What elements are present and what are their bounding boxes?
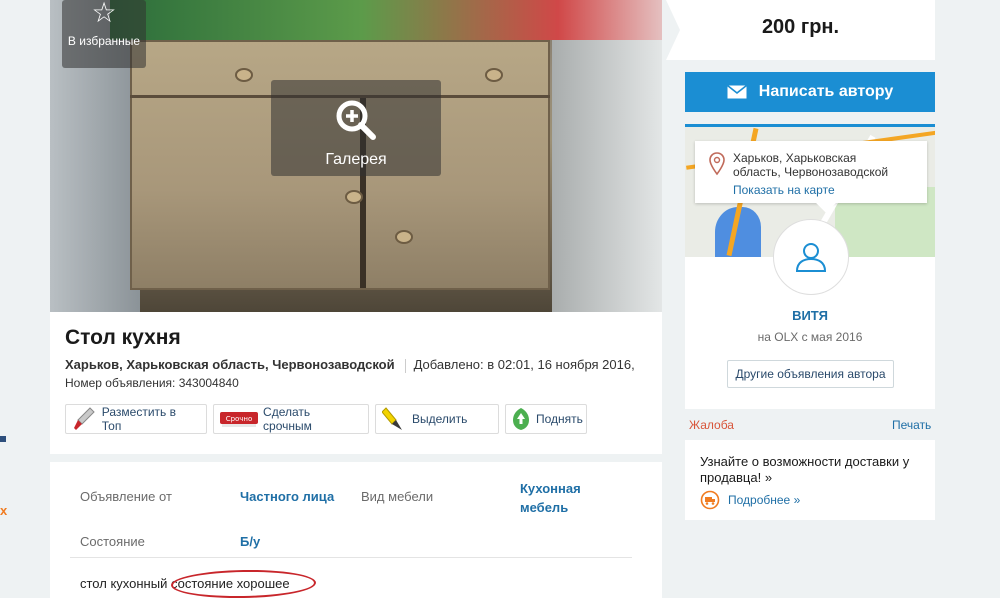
param-from-label: Объявление от bbox=[80, 489, 172, 504]
urgent-badge-icon: Срочно bbox=[218, 407, 259, 431]
other-ads-button[interactable]: Другие объявления автора bbox=[727, 360, 894, 388]
avatar[interactable] bbox=[773, 219, 849, 295]
left-edge-glyph: х bbox=[0, 503, 8, 518]
author-name[interactable]: ВИТЯ bbox=[685, 308, 935, 323]
map-pin-icon bbox=[709, 152, 725, 181]
rocket-icon bbox=[70, 407, 98, 431]
author-card: Харьков, Харьковская область, Червонозав… bbox=[685, 124, 935, 409]
print-link[interactable]: Печать bbox=[892, 418, 931, 432]
params-divider bbox=[70, 557, 632, 558]
promote-top-button[interactable]: Разместить в Топ bbox=[65, 404, 207, 434]
raise-ad-button[interactable]: Поднять bbox=[505, 404, 587, 434]
highlight-button[interactable]: Выделить bbox=[375, 404, 499, 434]
write-to-author-button[interactable]: Написать автору bbox=[685, 72, 935, 112]
param-type-value-line2: мебель bbox=[520, 500, 569, 515]
left-edge-fragment: х bbox=[0, 0, 50, 598]
delivery-box: Узнайте о возможности доставки у продавц… bbox=[685, 440, 935, 520]
param-type-label: Вид мебели bbox=[361, 489, 434, 504]
param-condition-label: Состояние bbox=[80, 534, 145, 549]
listing-photo[interactable]: ☆ В избранные Галерея bbox=[50, 0, 662, 312]
param-type-value[interactable]: Кухонная мебель bbox=[520, 479, 581, 517]
make-urgent-label: Сделать срочным bbox=[263, 405, 312, 433]
param-condition-value[interactable]: Б/у bbox=[240, 532, 260, 551]
price: 200 грн. bbox=[761, 16, 840, 38]
highlight-label: Выделить bbox=[412, 412, 468, 426]
param-from-value[interactable]: Частного лица bbox=[240, 487, 334, 506]
listing-added-date: Добавлено: в 02:01, 16 ноября 2016, bbox=[413, 357, 635, 372]
zoom-in-icon bbox=[336, 100, 376, 140]
make-urgent-button[interactable]: Срочно Сделать срочным bbox=[213, 404, 369, 434]
delivery-icon bbox=[700, 490, 720, 510]
write-to-author-label: Написать автору bbox=[758, 83, 894, 100]
listing-params: Объявление от Частного лица Вид мебели К… bbox=[50, 462, 662, 598]
svg-text:Срочно: Срочно bbox=[225, 415, 252, 423]
price-box: 200 грн. bbox=[666, 0, 935, 60]
envelope-icon bbox=[726, 85, 747, 99]
delivery-more-link[interactable]: Подробнее » bbox=[700, 490, 800, 510]
param-type-value-line1: Кухонная bbox=[520, 481, 581, 496]
favorites-label: В избранные bbox=[67, 34, 141, 48]
map-address: Харьков, Харьковская область, Червонозав… bbox=[733, 151, 889, 179]
listing-main: ☆ В избранные Галерея Стол кухня Харьков… bbox=[50, 0, 662, 598]
add-to-favorites-button[interactable]: ☆ В избранные bbox=[62, 0, 146, 68]
delivery-more-label: Подробнее » bbox=[728, 493, 801, 507]
delivery-text: Узнайте о возможности доставки у продавц… bbox=[700, 454, 910, 485]
raise-ad-label: Поднять bbox=[536, 412, 583, 426]
star-icon: ☆ bbox=[91, 0, 117, 28]
raise-icon bbox=[510, 407, 532, 431]
red-annotation-circle bbox=[170, 568, 317, 598]
listing-ad-number: Номер объявления: 343004840 bbox=[65, 376, 239, 390]
listing-meta: Харьков, Харьковская область, Червонозав… bbox=[65, 357, 635, 373]
listing-location: Харьков, Харьковская область, Червонозав… bbox=[65, 357, 395, 372]
show-on-map-link[interactable]: Показать на карте bbox=[733, 183, 835, 197]
promotion-actions: Разместить в Топ Срочно Сделать срочным … bbox=[65, 404, 587, 434]
marker-icon bbox=[380, 407, 408, 431]
listing-title: Стол кухня bbox=[65, 326, 181, 349]
gallery-label: Галерея bbox=[325, 151, 387, 168]
user-icon bbox=[795, 243, 827, 272]
author-since: на OLX с мая 2016 bbox=[757, 330, 863, 344]
promote-top-label: Разместить в Топ bbox=[101, 405, 176, 433]
listing-info: Стол кухня Харьков, Харьковская область,… bbox=[50, 312, 662, 454]
left-edge-marker bbox=[0, 436, 6, 442]
description-part1: стол кухонный bbox=[80, 576, 168, 591]
map-popup: Харьков, Харьковская область, Червонозав… bbox=[695, 141, 927, 213]
complaint-link[interactable]: Жалоба bbox=[689, 418, 734, 432]
gallery-button[interactable]: Галерея bbox=[271, 80, 441, 176]
